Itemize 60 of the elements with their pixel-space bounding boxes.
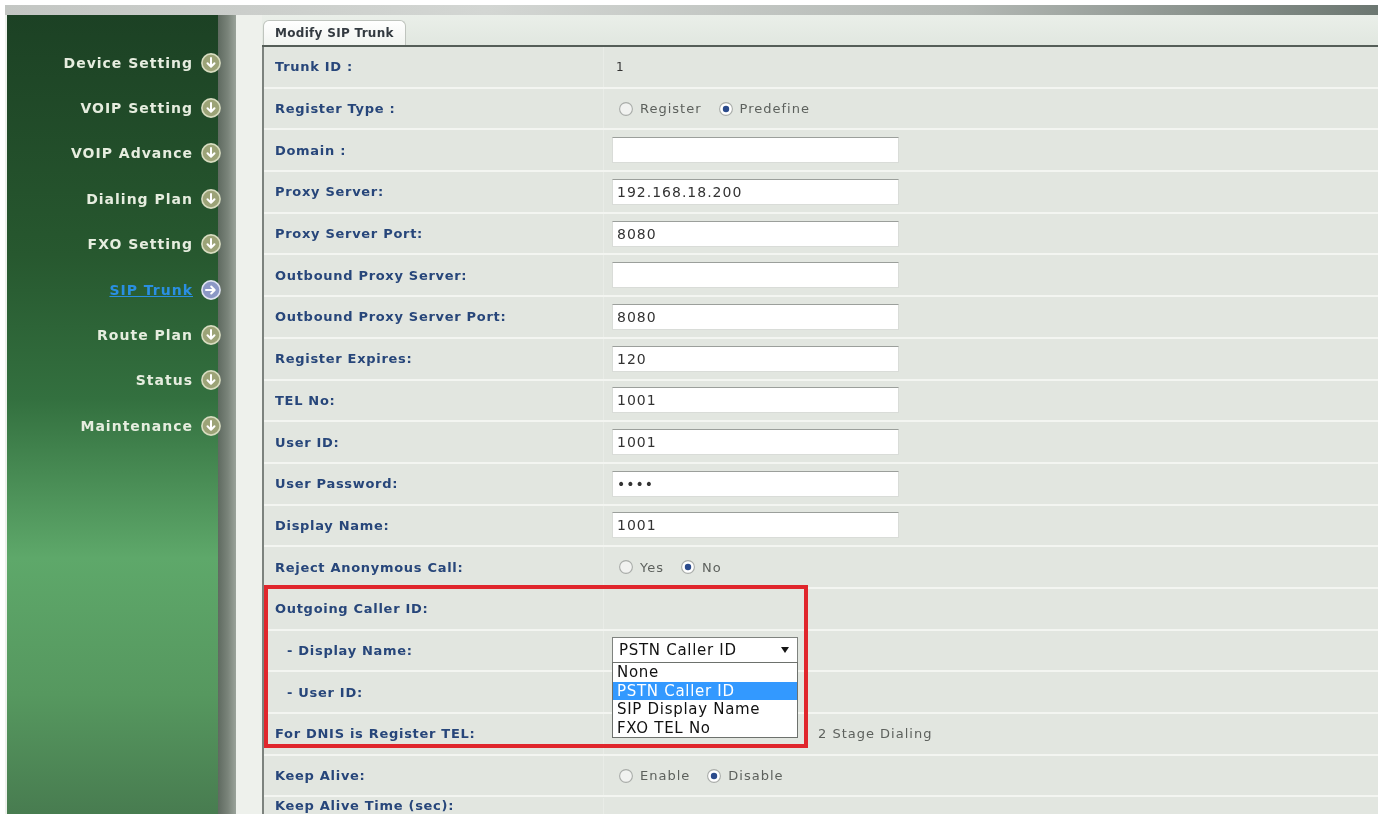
text-field[interactable] <box>612 262 899 289</box>
field-label: Trunk ID : <box>275 59 353 75</box>
caret-icon <box>781 647 789 654</box>
text-field[interactable]: 1001 <box>612 512 899 539</box>
field-label: Domain : <box>275 142 347 158</box>
dropdown-option[interactable]: None <box>613 663 797 682</box>
field-label: Outgoing Caller ID: <box>275 601 429 617</box>
down-arrow-circle-icon <box>201 98 221 119</box>
field-label: Outbound Proxy Server: <box>275 267 468 283</box>
down-arrow-circle-icon <box>201 234 221 255</box>
field-label: Reject Anonymous Call: <box>275 559 464 575</box>
field-label: - Display Name: <box>287 642 413 658</box>
radio-option[interactable]: Disable <box>707 768 784 784</box>
field-label: - User ID: <box>287 684 363 700</box>
text-field[interactable] <box>612 137 899 164</box>
dropdown-option[interactable]: SIP Display Name <box>613 700 797 719</box>
radio-option[interactable]: Yes <box>619 559 664 575</box>
sidebar-link[interactable]: Route Plan <box>97 325 221 346</box>
down-arrow-circle-icon <box>201 370 221 391</box>
text-field[interactable]: 192.168.18.200 <box>612 178 899 205</box>
text-field[interactable]: 8080 <box>612 303 899 330</box>
sidebar-link[interactable]: FXO Setting <box>87 234 221 255</box>
field-label: User ID: <box>275 434 340 450</box>
field-label: TEL No: <box>275 392 336 408</box>
tab[interactable]: Modify SIP Trunk <box>263 20 406 45</box>
field-label: Proxy Server: <box>275 184 384 200</box>
field-label: For DNIS is Register TEL: <box>275 726 476 742</box>
right-arrow-circle-icon <box>201 279 221 300</box>
text-field[interactable]: 1001 <box>612 429 899 456</box>
down-arrow-circle-icon <box>201 188 221 209</box>
text-field[interactable]: 1001 <box>612 387 899 414</box>
field-value: 2 Stage Dialing <box>818 726 933 742</box>
field-label: User Password: <box>275 476 399 492</box>
text-field[interactable]: 120 <box>612 345 899 372</box>
radio-option[interactable]: Register <box>619 101 702 117</box>
down-arrow-circle-icon <box>201 52 221 73</box>
sidebar-link[interactable]: Dialing Plan <box>86 188 221 209</box>
dropdown-field[interactable]: PSTN Caller ID <box>612 637 798 664</box>
text-field[interactable]: 8080 <box>612 220 899 247</box>
radio-option[interactable]: No <box>681 559 722 575</box>
field-label: Register Type : <box>275 101 396 117</box>
sidebar-link[interactable]: Status <box>135 370 221 391</box>
field-value: 1 <box>616 59 624 74</box>
sidebar-link[interactable]: VOIP Advance <box>70 143 221 164</box>
radio-option[interactable]: Predefine <box>718 101 810 117</box>
dropdown-option[interactable]: FXO TEL No <box>613 718 797 738</box>
radio-option[interactable]: Enable <box>619 768 691 784</box>
sidebar-link[interactable]: Maintenance <box>80 415 221 436</box>
field-label: Proxy Server Port: <box>275 226 423 242</box>
sidebar-link[interactable]: VOIP Setting <box>80 98 221 119</box>
field-label: Keep Alive Time (sec): <box>275 798 455 814</box>
sidebar-link[interactable]: Device Setting <box>63 52 221 73</box>
field-label: Register Expires: <box>275 351 413 367</box>
text-field[interactable]: •••• <box>612 470 899 497</box>
down-arrow-circle-icon <box>201 325 221 346</box>
down-arrow-circle-icon <box>201 415 221 436</box>
field-label: Outbound Proxy Server Port: <box>275 309 507 325</box>
field-label: Display Name: <box>275 517 390 533</box>
field-label: Keep Alive: <box>275 768 366 784</box>
down-arrow-circle-icon <box>201 143 221 164</box>
